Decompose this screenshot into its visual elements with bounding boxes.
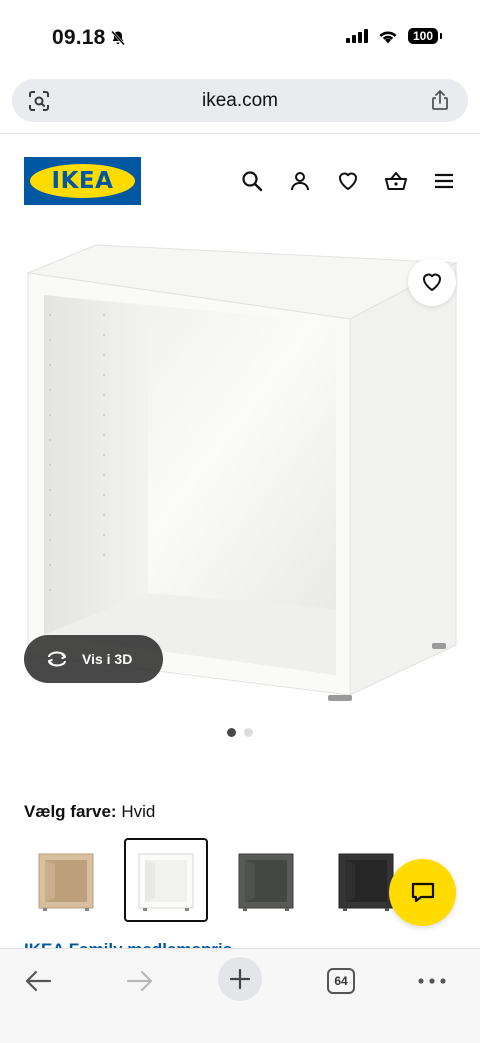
forward-button[interactable] — [120, 961, 160, 1001]
cellular-signal-icon — [345, 29, 368, 43]
status-time: 09.18 — [52, 26, 106, 49]
heart-icon[interactable] — [336, 169, 360, 193]
chat-button[interactable] — [389, 859, 456, 926]
header-actions — [240, 169, 456, 193]
carousel-dot[interactable] — [244, 728, 253, 737]
rotate-3d-icon — [48, 651, 66, 667]
new-tab-button[interactable] — [218, 957, 262, 1001]
chat-icon — [411, 882, 434, 902]
header-divider — [0, 133, 480, 134]
back-button[interactable] — [18, 961, 58, 1001]
more-dots-icon — [418, 978, 446, 984]
ikea-logo[interactable]: IKEA — [24, 157, 141, 205]
swatch-white[interactable] — [124, 838, 208, 922]
arrow-left-icon — [25, 970, 52, 992]
swatch-dark-grey[interactable] — [224, 838, 308, 922]
shelf-thumbnail — [338, 853, 394, 911]
logo-oval: IKEA — [30, 164, 135, 198]
shelf-thumbnail — [38, 853, 94, 911]
more-button[interactable] — [412, 961, 452, 1001]
colour-label-value: Hvid — [121, 802, 156, 821]
colour-selector-label: Vælg farve: Hvid — [24, 802, 155, 822]
basket-icon[interactable] — [384, 169, 408, 193]
view-3d-label: Vis i 3D — [82, 651, 133, 667]
tabs-button[interactable]: 64 — [321, 961, 361, 1001]
wifi-icon — [379, 30, 397, 43]
menu-icon[interactable] — [432, 169, 456, 193]
swatch-white-stained-oak[interactable] — [24, 838, 108, 922]
colour-swatches — [24, 838, 408, 922]
account-icon[interactable] — [288, 169, 312, 193]
url-text[interactable]: ikea.com — [12, 90, 468, 112]
tab-count: 64 — [327, 968, 355, 994]
status-bar: 09.18 100 — [0, 0, 480, 72]
shelf-thumbnail — [238, 853, 294, 911]
site-header: IKEA — [24, 157, 456, 205]
address-bar[interactable]: ikea.com — [12, 79, 468, 122]
carousel-dot[interactable] — [227, 728, 236, 737]
browser-toolbar: 64 — [0, 948, 480, 1043]
logo-text: IKEA — [51, 168, 114, 194]
colour-label-key: Vælg farve: — [24, 802, 117, 821]
plus-icon — [229, 968, 251, 990]
shelf-thumbnail — [138, 853, 194, 911]
bell-muted-icon — [111, 30, 125, 46]
arrow-right-icon — [126, 970, 153, 992]
add-to-favourites-button[interactable] — [408, 258, 456, 306]
heart-icon — [423, 273, 441, 291]
battery-indicator: 100 — [407, 28, 443, 44]
share-icon[interactable] — [428, 88, 452, 112]
view-3d-button[interactable]: Vis i 3D — [24, 635, 163, 683]
carousel-dots — [0, 728, 480, 737]
search-icon[interactable] — [240, 169, 264, 193]
